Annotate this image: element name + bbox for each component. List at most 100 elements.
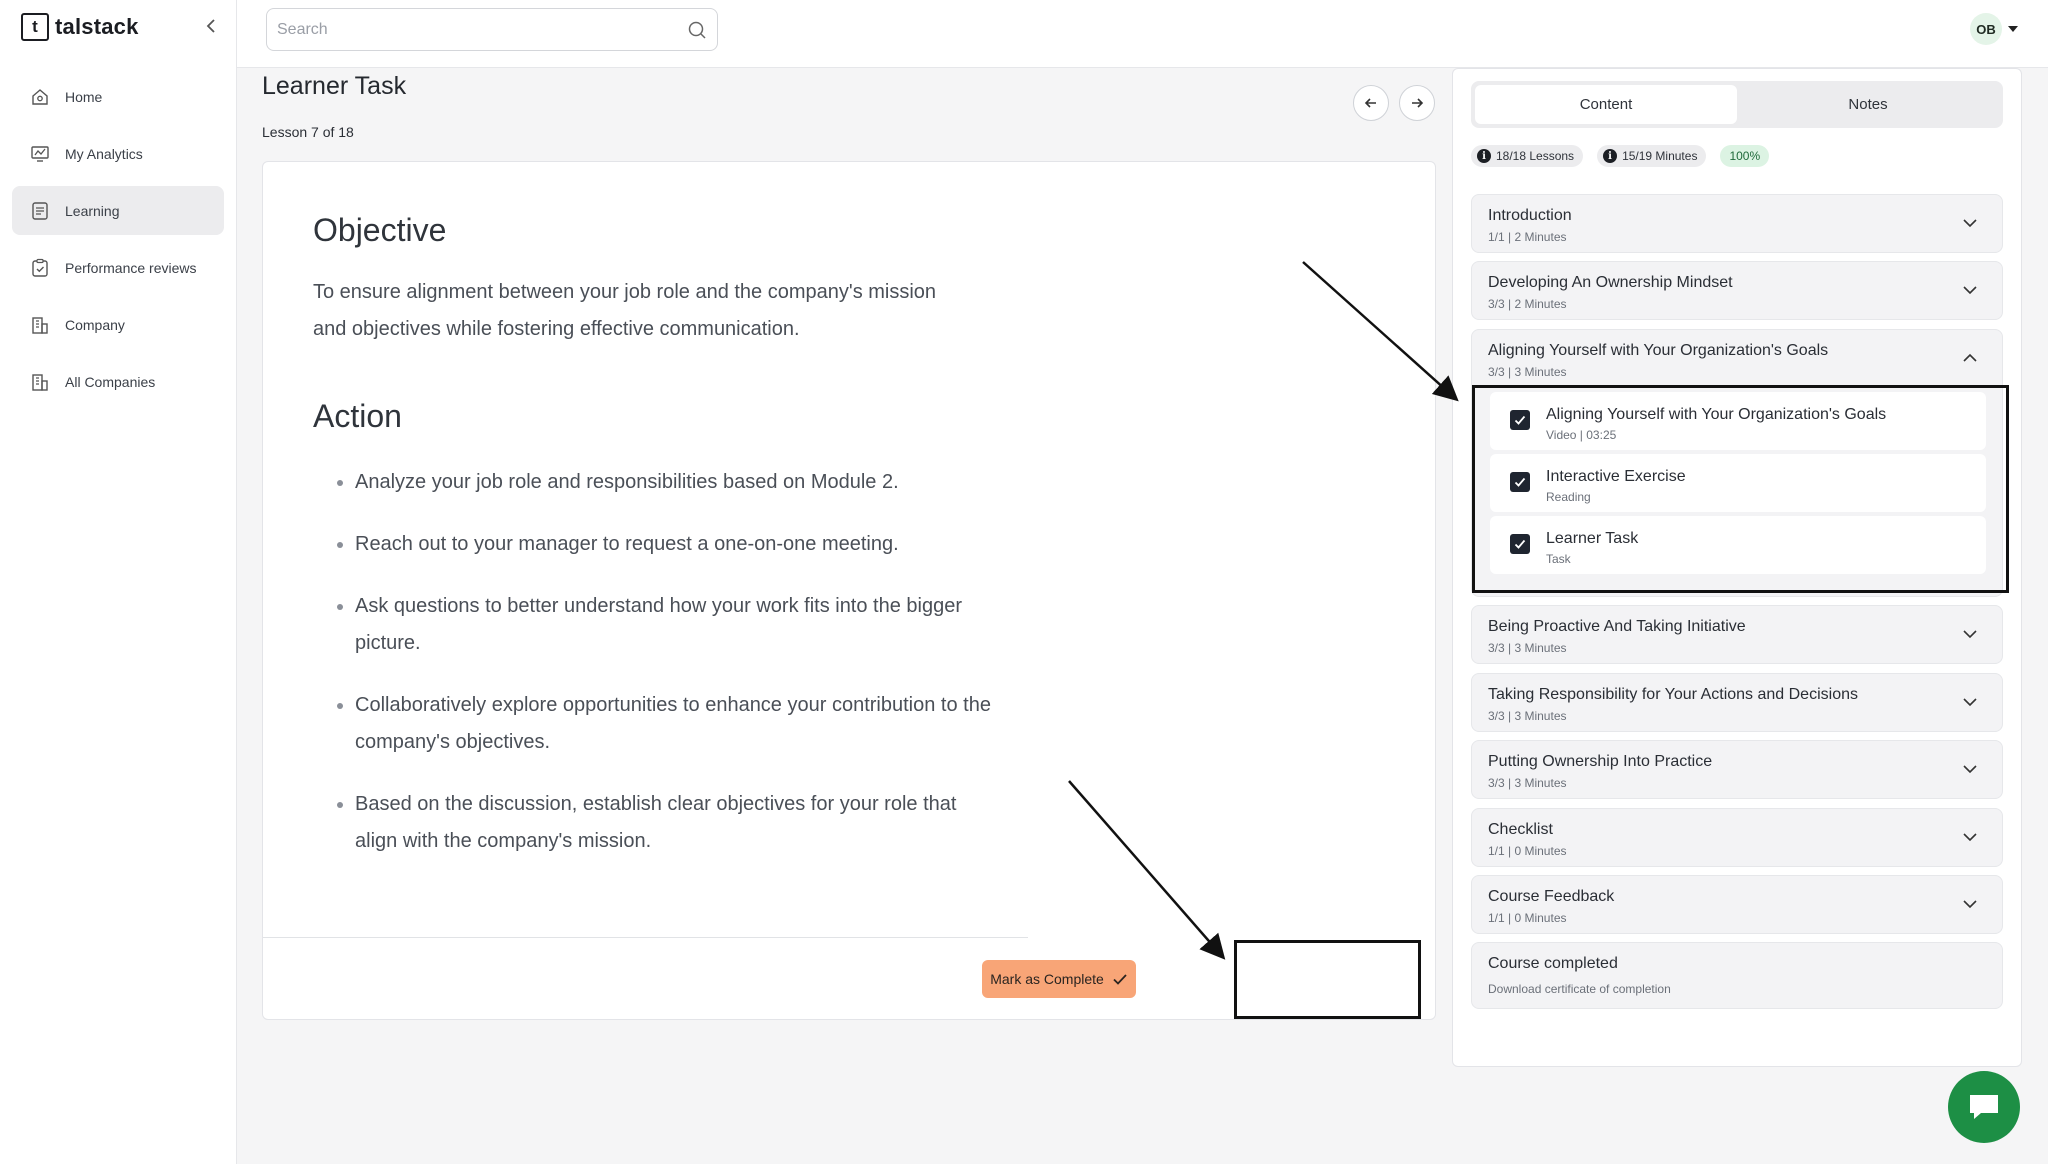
chat-button[interactable]	[1948, 1071, 2020, 1143]
section-title: Being Proactive And Taking Initiative	[1488, 618, 1746, 635]
sidebar-item-label: Home	[65, 88, 103, 105]
chevron-down-icon[interactable]	[1958, 892, 1982, 916]
sidebar-item-label: My Analytics	[65, 145, 143, 162]
progress-badges: i 18/18 Lessons i 15/19 Minutes 100%	[1471, 145, 1770, 167]
lesson-subtitle: Video | 03:25	[1546, 428, 1617, 442]
section-developing-ownership-mindset[interactable]: Developing An Ownership Mindset 3/3 | 2 …	[1471, 261, 2003, 320]
search-input[interactable]	[277, 20, 687, 39]
collapse-sidebar-button[interactable]	[200, 14, 224, 38]
objective-text: To ensure alignment between your job rol…	[313, 281, 937, 340]
section-checklist[interactable]: Checklist 1/1 | 0 Minutes	[1471, 808, 2003, 867]
home-icon	[29, 86, 51, 108]
section-course-completed[interactable]: Course completed Download certificate of…	[1471, 942, 2003, 1009]
lesson-subtitle: Task	[1546, 552, 1571, 566]
lesson-counter: Lesson 7 of 18	[262, 124, 354, 140]
panel-tabs: Content Notes	[1471, 81, 2003, 128]
lesson-subtitle: Reading	[1546, 490, 1591, 504]
section-subtitle: 1/1 | 0 Minutes	[1488, 911, 1567, 925]
search-box[interactable]	[266, 8, 718, 51]
arrow-right-icon	[1412, 98, 1424, 108]
user-menu[interactable]: OB	[1970, 13, 2020, 45]
list-item: Analyze your job role and responsibiliti…	[355, 464, 995, 501]
course-outline-panel: Content Notes i 18/18 Lessons i 15/19 Mi…	[1452, 68, 2022, 1067]
info-icon: i	[1603, 149, 1618, 163]
building-icon	[29, 314, 51, 336]
chevron-down-icon[interactable]	[1958, 757, 1982, 781]
objective-heading: Objective	[313, 212, 447, 248]
sidebar-item-company[interactable]: Company	[12, 300, 224, 349]
tab-content[interactable]: Content	[1475, 85, 1737, 124]
minutes-badge-text: 15/19 Minutes	[1622, 149, 1698, 163]
learning-icon	[29, 200, 51, 222]
check-icon	[1514, 477, 1526, 487]
mark-as-complete-label: Mark as Complete	[990, 971, 1104, 987]
sidebar: t talstack Home My Analytics Learning Pe…	[0, 0, 237, 1164]
chevron-down-icon[interactable]	[1958, 211, 1982, 235]
section-taking-responsibility[interactable]: Taking Responsibility for Your Actions a…	[1471, 673, 2003, 732]
minutes-badge: i 15/19 Minutes	[1597, 145, 1707, 167]
arrow-left-icon	[1364, 98, 1376, 108]
analytics-icon	[29, 143, 51, 165]
action-list: Analyze your job role and responsibiliti…	[355, 464, 995, 885]
previous-lesson-button[interactable]	[1353, 85, 1389, 121]
chat-bubble-icon	[1970, 1095, 1998, 1119]
section-course-feedback[interactable]: Course Feedback 1/1 | 0 Minutes	[1471, 875, 2003, 934]
buildings-icon	[29, 371, 51, 393]
clipboard-check-icon	[29, 257, 51, 279]
section-title: Putting Ownership Into Practice	[1488, 753, 1713, 770]
completion-percent-badge: 100%	[1720, 145, 1770, 167]
list-item: Reach out to your manager to request a o…	[355, 526, 995, 563]
logo-text: talstack	[55, 14, 139, 39]
section-aligning-yourself[interactable]: Aligning Yourself with Your Organization…	[1471, 329, 2003, 597]
sidebar-item-learning[interactable]: Learning	[12, 186, 224, 235]
section-introduction[interactable]: Introduction 1/1 | 2 Minutes	[1471, 194, 2003, 253]
lesson-item-interactive-exercise[interactable]: Interactive Exercise Reading	[1490, 454, 1986, 512]
sidebar-item-label: Company	[65, 316, 125, 333]
chevron-down-icon[interactable]	[1958, 690, 1982, 714]
sidebar-nav: Home My Analytics Learning Performance r…	[12, 72, 224, 414]
check-icon	[1113, 974, 1127, 985]
tab-notes[interactable]: Notes	[1737, 85, 1999, 124]
section-putting-ownership-into-practice[interactable]: Putting Ownership Into Practice 3/3 | 3 …	[1471, 740, 2003, 799]
lesson-item-learner-task[interactable]: Learner Task Task	[1490, 516, 1986, 574]
download-certificate-link[interactable]: Download certificate of completion	[1488, 982, 2002, 996]
list-item: Collaboratively explore opportunities to…	[355, 687, 995, 761]
next-lesson-button[interactable]	[1399, 85, 1435, 121]
section-subtitle: 3/3 | 2 Minutes	[1488, 297, 1567, 311]
checkbox-checked[interactable]	[1510, 534, 1530, 554]
sidebar-item-home[interactable]: Home	[12, 72, 224, 121]
chevron-down-icon[interactable]	[1958, 278, 1982, 302]
check-icon	[1514, 539, 1526, 549]
chevron-down-icon[interactable]	[1958, 825, 1982, 849]
page-title: Learner Task	[262, 72, 407, 100]
section-title: Checklist	[1488, 821, 1553, 838]
chevron-down-icon[interactable]	[1958, 622, 1982, 646]
top-bar: OB	[237, 0, 2048, 68]
chevron-up-icon[interactable]	[1958, 346, 1982, 370]
lesson-title: Aligning Yourself with Your Organization…	[1546, 406, 1887, 423]
sidebar-item-all-companies[interactable]: All Companies	[12, 357, 224, 406]
checkbox-checked[interactable]	[1510, 410, 1530, 430]
lesson-title: Interactive Exercise	[1546, 468, 1686, 485]
section-being-proactive[interactable]: Being Proactive And Taking Initiative 3/…	[1471, 605, 2003, 664]
check-icon	[1514, 415, 1526, 425]
section-subtitle: 3/3 | 3 Minutes	[1488, 709, 1567, 723]
lesson-item-aligning-goals-video[interactable]: Aligning Yourself with Your Organization…	[1490, 392, 1986, 450]
lesson-content-card: Objective To ensure alignment between yo…	[262, 161, 1436, 1020]
info-icon: i	[1477, 149, 1491, 163]
sidebar-item-performance-reviews[interactable]: Performance reviews	[12, 243, 224, 292]
sidebar-item-label: Performance reviews	[65, 259, 197, 276]
section-subtitle: 3/3 | 3 Minutes	[1488, 776, 1567, 790]
section-title: Introduction	[1488, 207, 1572, 224]
mark-as-complete-button[interactable]: Mark as Complete	[982, 960, 1136, 998]
sidebar-item-my-analytics[interactable]: My Analytics	[12, 129, 224, 178]
checkbox-checked[interactable]	[1510, 472, 1530, 492]
action-heading: Action	[313, 398, 402, 434]
search-icon[interactable]	[687, 20, 707, 40]
avatar[interactable]: OB	[1970, 13, 2002, 45]
caret-down-icon[interactable]	[2006, 22, 2020, 36]
section-title: Aligning Yourself with Your Organization…	[1488, 342, 1829, 359]
list-item: Ask questions to better understand how y…	[355, 588, 995, 662]
logo[interactable]: t talstack	[21, 13, 139, 41]
section-title: Taking Responsibility for Your Actions a…	[1488, 686, 1858, 703]
